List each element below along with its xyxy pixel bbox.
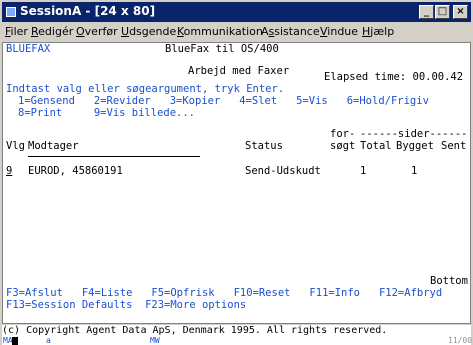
menu-vindue[interactable]: Vindue (320, 25, 358, 38)
menu-udsgende[interactable]: Udsgende (121, 25, 176, 38)
col-modtager: Modtager (28, 140, 79, 152)
app-icon[interactable] (6, 7, 16, 17)
instruction-text: Indtast valg eller søgeargument, tryk En… (6, 83, 285, 95)
col-header-sider: ------sider------ (360, 128, 468, 140)
status-a: a (46, 336, 51, 345)
col-header-for: for- (330, 128, 356, 140)
modtager-underline (28, 156, 200, 157)
maximize-button[interactable]: □ (435, 5, 450, 19)
title-bar: SessionA - [24 x 80] _ □ × (2, 2, 471, 22)
status-cursor-position: 11/00 (448, 336, 473, 345)
col-sogt: søgt (330, 140, 356, 152)
row-bygget: 1 (411, 165, 418, 177)
row-select-field[interactable]: 9 (6, 165, 12, 177)
menu-assistance[interactable]: Assistance (261, 25, 320, 38)
status-mw: MW (150, 336, 160, 345)
fkeys-row-1[interactable]: F3=Afslut F4=Liste F5=Opfrisk F10=Reset … (6, 287, 442, 299)
close-button[interactable]: × (453, 5, 468, 19)
menu-rediger[interactable]: Redigér (31, 25, 73, 38)
copyright-line: (c) Copyright Agent Data ApS, Denmark 19… (2, 325, 471, 337)
row-modtager: EUROD, 45860191 (28, 165, 123, 177)
window-title: SessionA - [24 x 80] (20, 4, 156, 18)
row-status: Send-Udskudt (245, 165, 321, 177)
terminal-screen[interactable]: BLUEFAX BlueFax til OS/400 Arbejd med Fa… (2, 42, 471, 324)
program-name: BLUEFAX (6, 43, 51, 55)
col-bygget: Bygget (396, 140, 434, 152)
options-row-2: 8=Print 9=Vis billede... (18, 107, 196, 119)
row-total: 1 (360, 165, 367, 177)
options-row-1: 1=Gensend 2=Revider 3=Kopier 4=Slet 5=Vi… (18, 95, 429, 107)
col-sent: Sent (441, 140, 467, 152)
app-title: BlueFax til OS/400 (165, 43, 279, 55)
menu-hjaelp[interactable]: Hjælp (362, 25, 394, 38)
col-vlg: Vlg (6, 140, 25, 152)
screen-heading: Arbejd med Faxer (188, 65, 290, 77)
status-bar: MA a MW 11/00 (2, 336, 473, 345)
menu-bar: Filer Redigér Overfør Udsgende Kommunika… (2, 23, 471, 41)
col-status: Status (245, 140, 283, 152)
fkeys-row-2[interactable]: F13=Session Defaults F23=More options (6, 299, 246, 311)
col-total: Total (360, 140, 392, 152)
bottom-marker: Bottom (430, 275, 468, 287)
menu-overfor[interactable]: Overfør (76, 25, 118, 38)
menu-filer[interactable]: Filer (5, 25, 28, 38)
cursor-block (12, 337, 18, 345)
elapsed-time: Elapsed time: 00.00.42 (324, 71, 464, 83)
menu-kommunikation[interactable]: Kommunikation (177, 25, 263, 38)
minimize-button[interactable]: _ (419, 5, 434, 19)
